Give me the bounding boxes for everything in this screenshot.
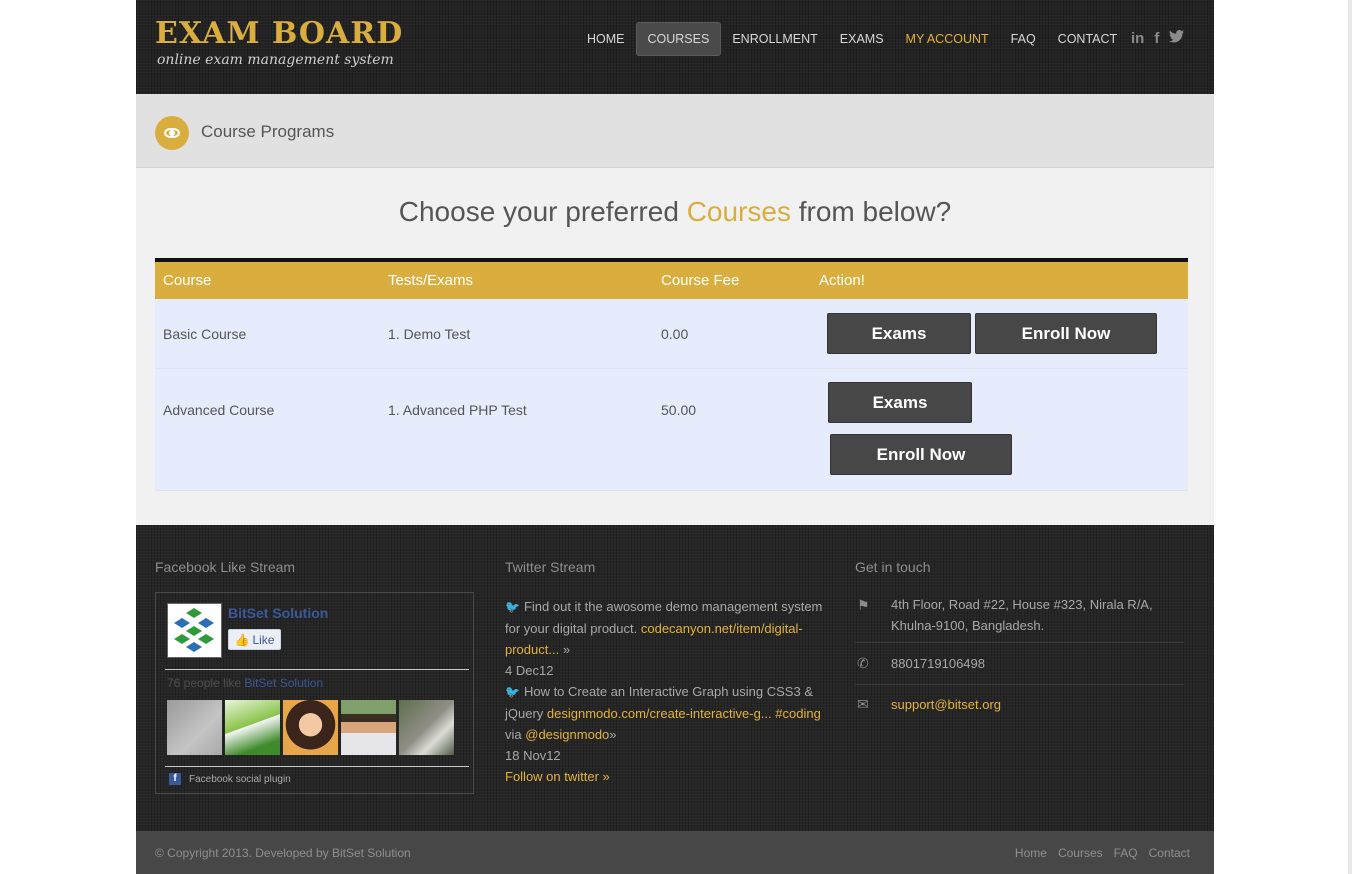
people-count-text: 76 people like — [167, 676, 242, 690]
twitter-stream: 🐦 Find out it the awosome demo management… — [505, 596, 835, 787]
nav-home[interactable]: HOME — [576, 22, 636, 56]
page-title-bar: Course Programs — [136, 94, 1214, 168]
facebook-icon: f — [169, 773, 181, 785]
exams-button[interactable]: Exams — [827, 313, 971, 354]
people-page-link[interactable]: BitSet Solution — [244, 676, 323, 690]
course-tests: 1. Demo Test — [388, 325, 471, 342]
site-header: EXAM BOARD online exam management system… — [136, 0, 1214, 94]
tweet-via: via — [505, 727, 522, 742]
main-nav: HOME COURSES ENROLLMENT EXAMS MY ACCOUNT… — [576, 22, 1128, 56]
enroll-now-button[interactable]: Enroll Now — [830, 434, 1012, 475]
logo-title[interactable]: EXAM BOARD — [155, 16, 403, 51]
signpost-icon: ⚑ — [857, 597, 870, 613]
tweet-link[interactable]: designmodo.com/create-interactive-g... — [547, 706, 772, 721]
footer-links: Home Courses FAQ Contact — [1015, 846, 1190, 860]
nav-faq[interactable]: FAQ — [1000, 22, 1047, 56]
table-header: Course Tests/Exams Course Fee Action! — [155, 258, 1188, 299]
avatar[interactable] — [399, 700, 454, 755]
copyright: © Copyright 2013. Developed by BitSet So… — [155, 846, 411, 860]
contact-email-row: ✉ support@bitset.org — [855, 685, 1184, 725]
contact-address: 4th Floor, Road #22, House #323, Nirala … — [891, 597, 1153, 633]
footer-link-courses[interactable]: Courses — [1058, 846, 1103, 860]
course-tests: 1. Advanced PHP Test — [388, 402, 527, 418]
footer-link-faq[interactable]: FAQ — [1114, 846, 1138, 860]
facebook-icon[interactable]: f — [1154, 30, 1159, 47]
course-fee: 50.00 — [661, 402, 697, 418]
contact-info: ⚑ 4th Floor, Road #22, House #323, Niral… — [855, 592, 1184, 725]
tweet: 🐦 How to Create an Interactive Graph usin… — [505, 681, 835, 766]
facebook-people-count: 76 people like BitSet Solution — [167, 676, 323, 690]
header-action: Action! — [819, 272, 865, 289]
contact-email[interactable]: support@bitset.org — [891, 697, 1001, 712]
nav-exams[interactable]: EXAMS — [829, 22, 895, 56]
headline-prefix: Choose your preferred — [398, 196, 687, 227]
nav-contact[interactable]: CONTACT — [1047, 22, 1129, 56]
site-footer: Facebook Like Stream Twitter Stream Get … — [136, 525, 1214, 831]
like-label: Like — [252, 632, 275, 647]
facebook-social-plugin: f Facebook social plugin — [169, 773, 291, 785]
twitter-icon[interactable] — [1169, 30, 1185, 47]
enroll-now-button[interactable]: Enroll Now — [975, 313, 1157, 354]
avatar[interactable] — [225, 700, 280, 755]
tweet-date: 18 Nov12 — [505, 748, 561, 763]
facebook-stream-title: Facebook Like Stream — [155, 559, 296, 575]
course-table: Course Tests/Exams Course Fee Action! Ba… — [155, 258, 1188, 491]
facebook-like-button[interactable]: 👍 Like — [228, 629, 281, 650]
page: EXAM BOARD online exam management system… — [136, 0, 1214, 874]
facebook-page-name[interactable]: BitSet Solution — [228, 605, 328, 621]
tweet-hashtag[interactable]: #coding — [775, 706, 821, 721]
headline-suffix: from below? — [790, 196, 952, 227]
page-title: Course Programs — [201, 122, 335, 141]
plugin-label[interactable]: Facebook social plugin — [189, 774, 291, 785]
avatar[interactable] — [167, 700, 222, 755]
header-tests: Tests/Exams — [388, 272, 474, 289]
divider — [165, 766, 469, 767]
eye-icon — [155, 116, 189, 150]
twitter-stream-title: Twitter Stream — [505, 559, 596, 575]
phone-icon: ✆ — [857, 655, 869, 671]
divider — [165, 669, 469, 670]
contact-title: Get in touch — [855, 559, 931, 575]
footer-link-home[interactable]: Home — [1015, 846, 1047, 860]
course-name: Advanced Course — [163, 402, 275, 418]
logo-tagline: online exam management system — [157, 52, 394, 68]
scrollbar[interactable] — [1348, 0, 1352, 874]
header-course: Course — [163, 272, 212, 289]
facebook-faces — [167, 700, 454, 755]
course-fee: 0.00 — [661, 325, 689, 342]
headline: Choose your preferred Courses from below… — [136, 196, 1214, 228]
nav-courses[interactable]: COURSES — [635, 22, 722, 56]
twitter-bird-icon: 🐦 — [505, 600, 520, 614]
contact-address-row: ⚑ 4th Floor, Road #22, House #323, Niral… — [855, 592, 1184, 643]
footer-link-contact[interactable]: Contact — [1149, 846, 1190, 860]
follow-twitter-link[interactable]: Follow on twitter » — [505, 769, 610, 784]
tweet-date: 4 Dec12 — [505, 663, 554, 678]
avatar[interactable] — [341, 700, 396, 755]
table-row: Basic Course 1. Demo Test 0.00 Exams Enr… — [155, 299, 1188, 369]
nav-my-account[interactable]: MY ACCOUNT — [895, 22, 1000, 56]
avatar[interactable] — [283, 700, 338, 755]
linkedin-icon[interactable]: in — [1131, 30, 1144, 47]
bottom-bar: © Copyright 2013. Developed by BitSet So… — [136, 831, 1214, 874]
contact-email-wrap: support@bitset.org — [891, 694, 1184, 715]
bitset-logo — [167, 603, 222, 658]
contact-phone-row: ✆ 8801719106498 — [855, 643, 1184, 685]
course-name: Basic Course — [163, 325, 247, 342]
tweet-user[interactable]: @designmodo — [525, 727, 609, 742]
tweet: 🐦 Find out it the awosome demo management… — [505, 596, 835, 681]
twitter-bird-icon: 🐦 — [505, 685, 520, 699]
thumbs-up-icon: 👍 — [234, 632, 250, 647]
envelope-icon: ✉ — [857, 696, 869, 712]
nav-enrollment[interactable]: ENROLLMENT — [721, 22, 828, 56]
social-links: in f — [1131, 30, 1185, 47]
exams-button[interactable]: Exams — [828, 382, 972, 423]
headline-highlight: Courses — [686, 196, 791, 227]
contact-phone: 8801719106498 — [891, 656, 985, 671]
facebook-like-box: BitSet Solution 👍 Like 76 people like Bit… — [155, 592, 474, 794]
table-row: Advanced Course 1. Advanced PHP Test 50.… — [155, 369, 1188, 491]
header-fee: Course Fee — [661, 272, 740, 289]
